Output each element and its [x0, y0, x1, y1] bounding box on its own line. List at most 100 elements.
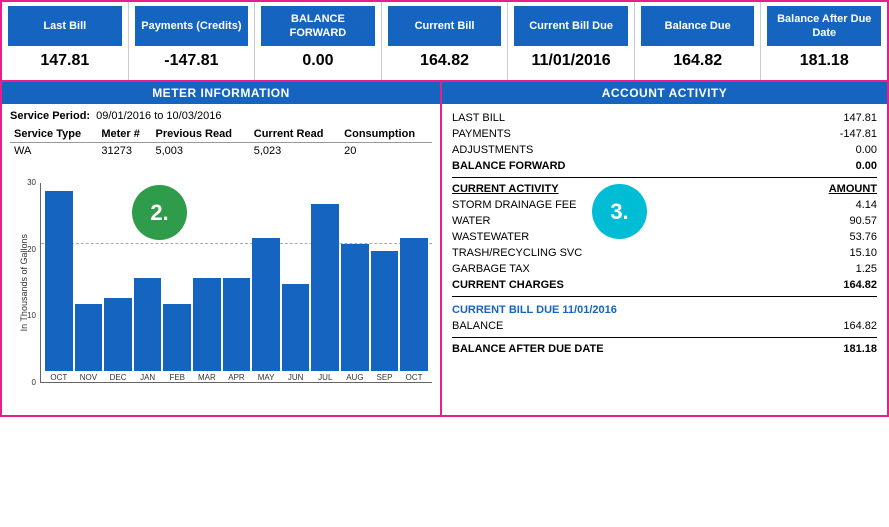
balance-row: BALANCE 164.82: [452, 318, 877, 334]
account-activity-rows: LAST BILL 147.81 PAYMENTS -147.81 ADJUSTMENT…: [452, 110, 877, 357]
bar-group: OCT: [45, 191, 73, 382]
bar: [341, 244, 369, 371]
activity-value: 0.00: [817, 160, 877, 172]
bar: [371, 251, 399, 371]
main-grid: METER INFORMATION Service Period: 09/01/…: [0, 82, 889, 417]
bar-label: APR: [228, 373, 244, 382]
current-item-label: STORM DRAINAGE FEE: [452, 199, 576, 211]
summary-cell-value: 164.82: [388, 46, 502, 76]
bar: [75, 304, 103, 371]
bar: [252, 238, 280, 371]
bar: [400, 238, 428, 371]
bar-label: DEC: [110, 373, 127, 382]
current-item-label: WATER: [452, 215, 491, 227]
current-item-label: TRASH/RECYCLING SVC: [452, 247, 582, 259]
current-activity-row: WATER 90.57: [452, 213, 877, 229]
balance-value: 164.82: [817, 320, 877, 332]
bar-group: MAY: [252, 238, 280, 382]
bar-label: JAN: [140, 373, 155, 382]
bar: [134, 278, 162, 371]
bar-group: NOV: [75, 304, 103, 382]
y-tick: 20: [10, 245, 38, 254]
account-activity-title: ACCOUNT ACTIVITY: [442, 82, 887, 104]
bill-due-label: CURRENT BILL DUE 11/01/2016: [452, 300, 877, 318]
current-item-value: 15.10: [817, 247, 877, 259]
bar-group: DEC: [104, 298, 132, 382]
activity-value: -147.81: [817, 128, 877, 140]
current-activity-header: CURRENT ACTIVITY AMOUNT: [452, 181, 877, 197]
summary-cell-label: Payments (Credits): [135, 6, 249, 46]
meter-row: WA312735,0035,02320: [10, 143, 432, 160]
summary-cell: Current Bill164.82: [382, 2, 509, 80]
bar-label: OCT: [50, 373, 67, 382]
activity-label: ADJUSTMENTS: [452, 144, 533, 156]
y-tick: 0: [10, 378, 38, 387]
bar-group: MAR: [193, 278, 221, 382]
bar: [282, 284, 310, 371]
current-item-label: WASTEWATER: [452, 231, 529, 243]
current-item-value: 53.76: [817, 231, 877, 243]
summary-cell-value: 181.18: [767, 46, 881, 76]
bar: [193, 278, 221, 371]
bar-label: JUL: [318, 373, 332, 382]
current-activity-label: CURRENT ACTIVITY: [452, 183, 559, 195]
current-activity-amount-header: AMOUNT: [817, 183, 877, 195]
summary-bar: Last Bill147.81Payments (Credits)-147.81…: [0, 0, 889, 82]
summary-cell-label: Balance After Due Date: [767, 6, 881, 46]
summary-cell-label: BALANCE FORWARD: [261, 6, 375, 46]
service-period-row: Service Period: 09/01/2016 to 10/03/2016: [10, 110, 432, 122]
summary-cell-label: Last Bill: [8, 6, 122, 46]
bar-group: OCT: [400, 238, 428, 382]
bar-group: SEP: [371, 251, 399, 382]
bar-group: JUL: [311, 204, 339, 382]
current-item-value: 1.25: [817, 263, 877, 275]
summary-cell-value: 164.82: [641, 46, 755, 76]
summary-cell: BALANCE FORWARD0.00: [255, 2, 382, 80]
current-item-value: 90.57: [817, 215, 877, 227]
meter-col-header: Consumption: [340, 126, 432, 143]
summary-cell-label: Current Bill: [388, 6, 502, 46]
current-activity-row: TRASH/RECYCLING SVC 15.10: [452, 245, 877, 261]
meter-cell: 5,003: [152, 143, 250, 160]
bar-label: NOV: [80, 373, 97, 382]
badge-2: 2.: [132, 185, 187, 240]
activity-value: 147.81: [817, 112, 877, 124]
bar-group: JUN: [282, 284, 310, 382]
bars-row: OCTNOVDECJANFEBMARAPRMAYJUNJULAUGSEPOCT: [41, 183, 432, 382]
meter-table: Service TypeMeter #Previous ReadCurrent …: [10, 126, 432, 159]
current-charges-label: CURRENT CHARGES: [452, 279, 564, 291]
bar-group: AUG: [341, 244, 369, 382]
balance-after-due-row: BALANCE AFTER DUE DATE 181.18: [452, 341, 877, 357]
current-charges-row: CURRENT CHARGES164.82: [452, 277, 877, 293]
activity-row: LAST BILL 147.81: [452, 110, 877, 126]
bar: [104, 298, 132, 371]
current-item-label: GARBAGE TAX: [452, 263, 530, 275]
current-activity-row: WASTEWATER 53.76: [452, 229, 877, 245]
bar: [45, 191, 73, 371]
bar-label: JUN: [288, 373, 304, 382]
balance-label: BALANCE: [452, 320, 503, 332]
summary-cell: Last Bill147.81: [2, 2, 129, 80]
meter-cell: 20: [340, 143, 432, 160]
activity-label: PAYMENTS: [452, 128, 511, 140]
chart-area: 2. In Thousands of Gallons 0102030 OCTNO…: [2, 165, 440, 415]
meter-cell: WA: [10, 143, 97, 160]
summary-cell-label: Balance Due: [641, 6, 755, 46]
divider-3: [452, 337, 877, 338]
meter-cell: 5,023: [250, 143, 340, 160]
badge-3: 3.: [592, 184, 647, 239]
divider: [452, 177, 877, 178]
summary-cell-value: 147.81: [8, 46, 122, 76]
activity-label: LAST BILL: [452, 112, 505, 124]
balance-after-label: BALANCE AFTER DUE DATE: [452, 343, 604, 355]
divider-2: [452, 296, 877, 297]
summary-cell: Balance Due164.82: [635, 2, 762, 80]
meter-col-header: Current Read: [250, 126, 340, 143]
summary-cell: Balance After Due Date181.18: [761, 2, 887, 80]
current-activity-row: GARBAGE TAX 1.25: [452, 261, 877, 277]
summary-cell: Payments (Credits)-147.81: [129, 2, 256, 80]
meter-info-title: METER INFORMATION: [2, 82, 440, 104]
y-tick: 30: [10, 178, 38, 187]
balance-after-value: 181.18: [817, 343, 877, 355]
meter-col-header: Previous Read: [152, 126, 250, 143]
